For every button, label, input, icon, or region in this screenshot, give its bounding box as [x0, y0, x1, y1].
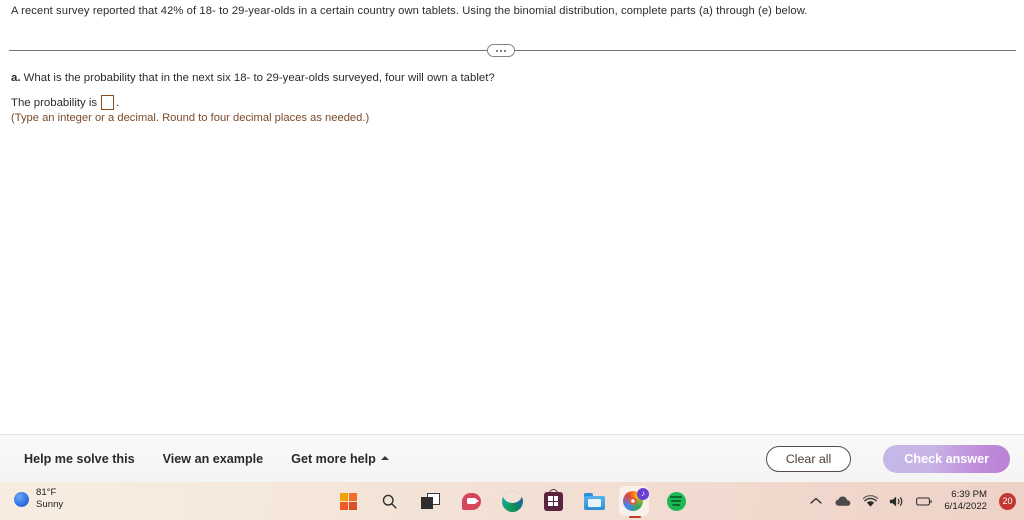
- tray-time: 6:39 PM: [951, 489, 987, 500]
- part-a-text: What is the probability that in the next…: [23, 72, 495, 84]
- edge-button[interactable]: [500, 489, 524, 513]
- folder-icon: [583, 492, 605, 510]
- music-note-badge-icon: ♪: [637, 488, 649, 500]
- microsoft-store-button[interactable]: [541, 488, 565, 513]
- get-more-help-link[interactable]: Get more help: [291, 452, 389, 466]
- weather-widget[interactable]: 81°F Sunny: [14, 487, 63, 511]
- answer-prompt-label: The probability is: [11, 96, 98, 109]
- task-view-icon: [420, 493, 440, 509]
- help-links-group: Help me solve this View an example Get m…: [24, 435, 389, 482]
- view-an-example-label: View an example: [162, 451, 264, 466]
- spotify-icon: [666, 491, 686, 511]
- search-button[interactable]: [377, 489, 401, 513]
- spotify-button[interactable]: [664, 489, 688, 513]
- exercise-content-area: A recent survey reported that 42% of 18-…: [0, 0, 1024, 434]
- part-a-question: a. What is the probability that in the n…: [11, 71, 495, 85]
- get-more-help-label: Get more help: [291, 451, 376, 466]
- answer-format-hint: (Type an integer or a decimal. Round to …: [11, 112, 370, 124]
- chrome-button[interactable]: ♪: [619, 486, 649, 518]
- active-app-indicator: [629, 515, 641, 518]
- file-explorer-button[interactable]: [582, 489, 606, 513]
- cloud-icon: [835, 496, 851, 506]
- check-answer-button[interactable]: Check answer: [883, 444, 1010, 473]
- part-a-label: a.: [11, 72, 21, 84]
- edge-icon: [501, 490, 523, 512]
- onedrive-button[interactable]: [835, 493, 851, 509]
- notification-badge[interactable]: 20: [999, 492, 1016, 510]
- weather-sun-icon: [14, 491, 29, 507]
- help-me-solve-this-link[interactable]: Help me solve this: [24, 452, 135, 466]
- weather-condition: Sunny: [36, 499, 64, 510]
- exercise-toolbar: Help me solve this View an example Get m…: [0, 434, 1024, 482]
- ellipsis-handle-icon[interactable]: [487, 44, 515, 57]
- weather-text: 81°F Sunny: [36, 487, 63, 511]
- start-button[interactable]: [336, 489, 360, 513]
- network-button[interactable]: [862, 493, 878, 509]
- help-me-solve-this-label: Help me solve this: [24, 451, 135, 466]
- speaker-icon: [890, 496, 903, 506]
- view-an-example-link[interactable]: View an example: [163, 452, 264, 466]
- answer-row: The probability is .: [11, 95, 119, 110]
- search-icon: [382, 494, 397, 509]
- caret-up-icon: [380, 456, 389, 460]
- windows-taskbar: 81°F Sunny ♪ 6:39 PM 6/14/2022 20: [0, 482, 1024, 520]
- show-hidden-icons-button[interactable]: [808, 493, 824, 509]
- battery-button[interactable]: [916, 493, 932, 509]
- chevron-up-icon: [810, 497, 822, 504]
- answer-period: .: [116, 96, 120, 109]
- volume-button[interactable]: [889, 493, 905, 509]
- tray-date: 6/14/2022: [944, 501, 987, 512]
- taskbar-app-icons: ♪: [336, 482, 688, 520]
- chrome-icon: ♪: [623, 488, 649, 513]
- problem-statement: A recent survey reported that 42% of 18-…: [11, 5, 808, 17]
- chat-icon: [461, 492, 481, 510]
- exercise-window: A recent survey reported that 42% of 18-…: [0, 0, 1024, 520]
- battery-icon: [916, 496, 932, 506]
- probability-input[interactable]: [101, 95, 115, 110]
- store-icon: [543, 488, 563, 511]
- action-buttons-group: Clear all Check answer: [765, 435, 1010, 482]
- system-tray: 6:39 PM 6/14/2022 20: [808, 482, 1016, 520]
- clear-all-button[interactable]: Clear all: [765, 445, 852, 472]
- content-divider: [0, 43, 1024, 59]
- weather-temperature: 81°F: [36, 487, 57, 498]
- windows-logo-icon: [339, 492, 357, 510]
- wifi-icon: [862, 494, 878, 507]
- task-view-button[interactable]: [418, 489, 442, 513]
- clock-button[interactable]: 6:39 PM 6/14/2022: [944, 489, 987, 513]
- chat-button[interactable]: [459, 489, 483, 513]
